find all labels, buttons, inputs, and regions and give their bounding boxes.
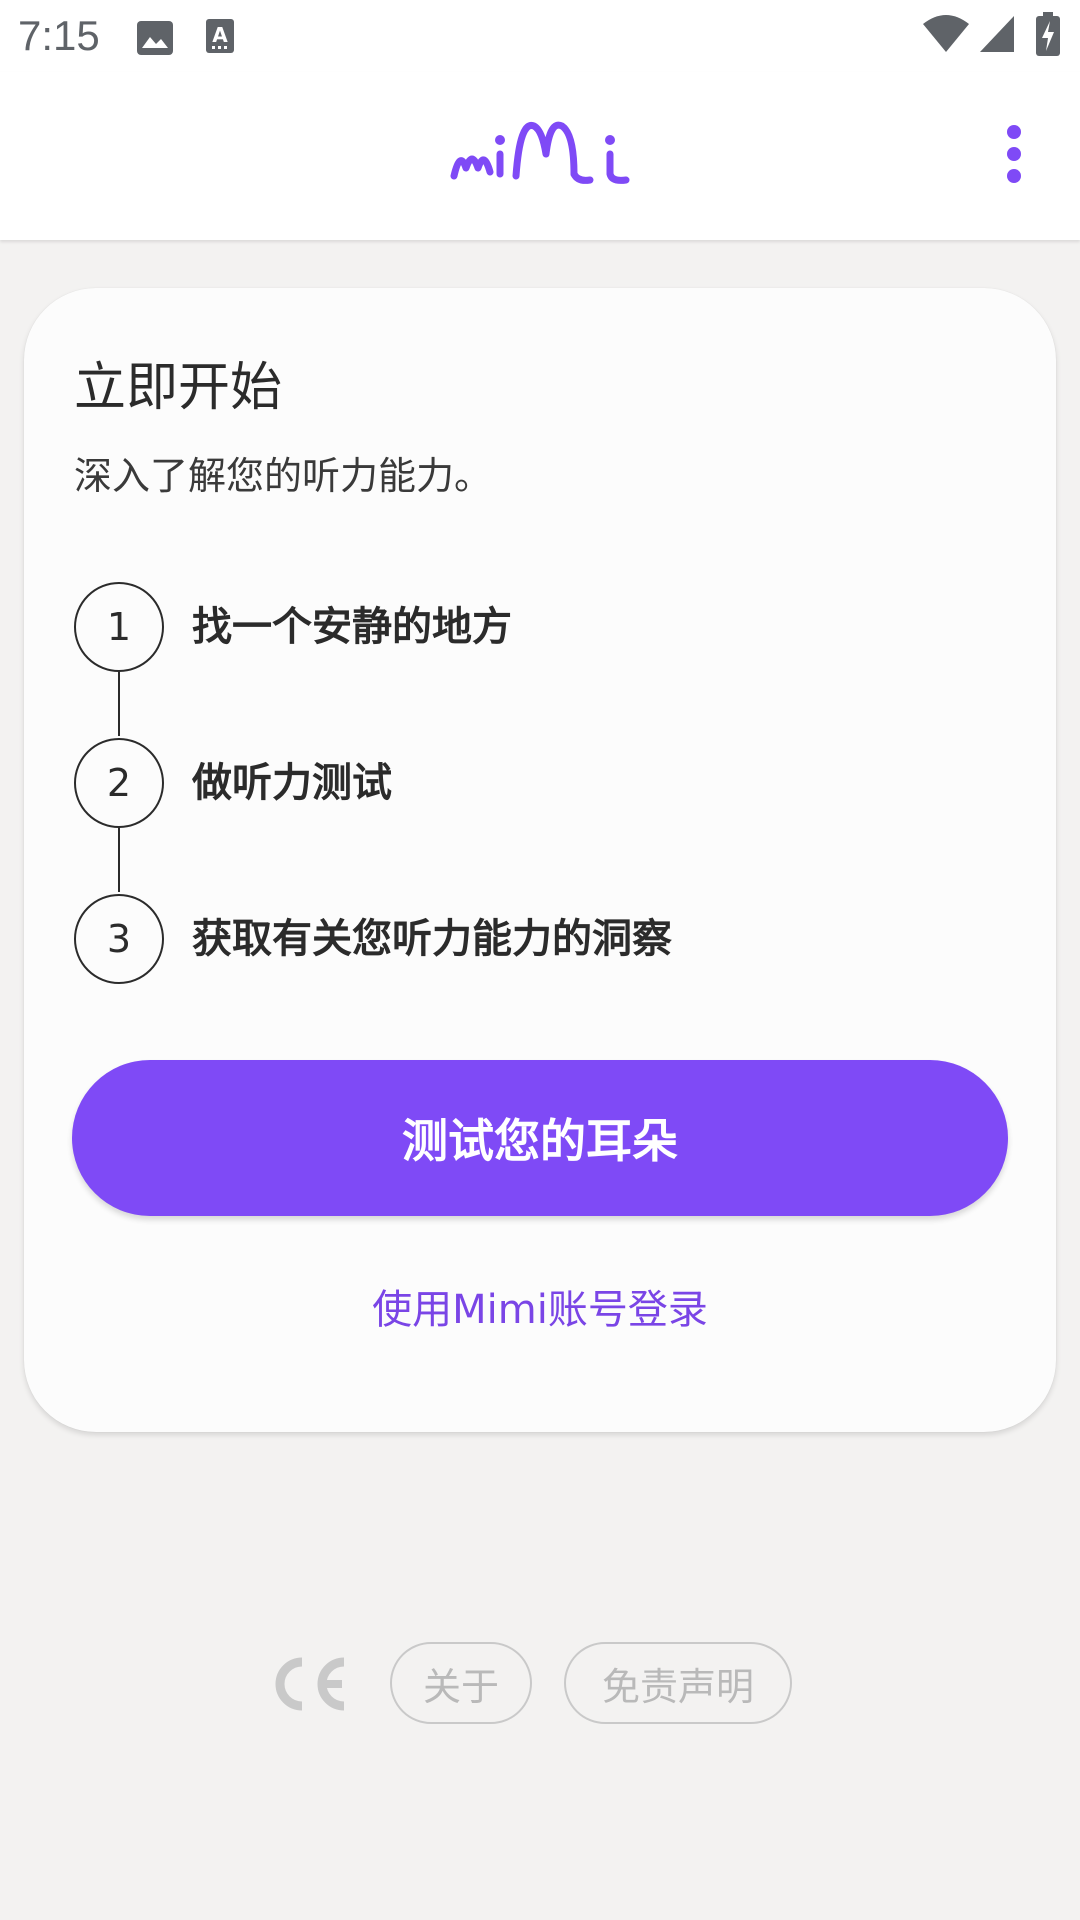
card-title: 立即开始 (74, 358, 283, 418)
test-ears-button[interactable]: 测试您的耳朵 (72, 1060, 1008, 1216)
text-a-icon: A (206, 19, 234, 53)
step-label: 做听力测试 (192, 760, 392, 806)
svg-text:A: A (212, 23, 228, 47)
step-label: 获取有关您听力能力的洞察 (192, 916, 672, 962)
image-icon (137, 21, 173, 55)
battery-charging-icon (1036, 12, 1060, 56)
about-button[interactable]: 关于 (390, 1642, 532, 1724)
status-time: 7:15 (18, 12, 100, 59)
card-subtitle: 深入了解您的听力能力。 (74, 454, 493, 498)
step-1: 1 找一个安静的地方 (74, 582, 974, 676)
onboarding-card: 立即开始 深入了解您的听力能力。 1 找一个安静的地方 2 做听力测试 3 获取… (24, 288, 1056, 1432)
step-3: 3 获取有关您听力能力的洞察 (74, 894, 974, 988)
step-connector (118, 672, 120, 736)
step-label: 找一个安静的地方 (192, 604, 512, 650)
more-vert-icon[interactable] (986, 122, 1042, 186)
step-number: 1 (74, 582, 164, 672)
disclaimer-button[interactable]: 免责声明 (564, 1642, 792, 1724)
step-connector (118, 828, 120, 892)
step-number: 3 (74, 894, 164, 984)
wifi-icon (923, 15, 969, 52)
cell-signal-icon (980, 16, 1014, 52)
mimi-login-link[interactable]: 使用Mimi账号登录 (24, 1280, 1056, 1340)
step-number: 2 (74, 738, 164, 828)
ce-mark-icon (275, 1657, 345, 1711)
app-bar (0, 72, 1080, 240)
status-bar: 7:15 A (0, 0, 1080, 72)
screen: 7:15 A 立即开始 深入了解您的听力能力。 1 找一个安静的地方 2 做听力… (0, 0, 1080, 1920)
step-2: 2 做听力测试 (74, 738, 974, 832)
mimi-logo-icon (450, 121, 630, 184)
